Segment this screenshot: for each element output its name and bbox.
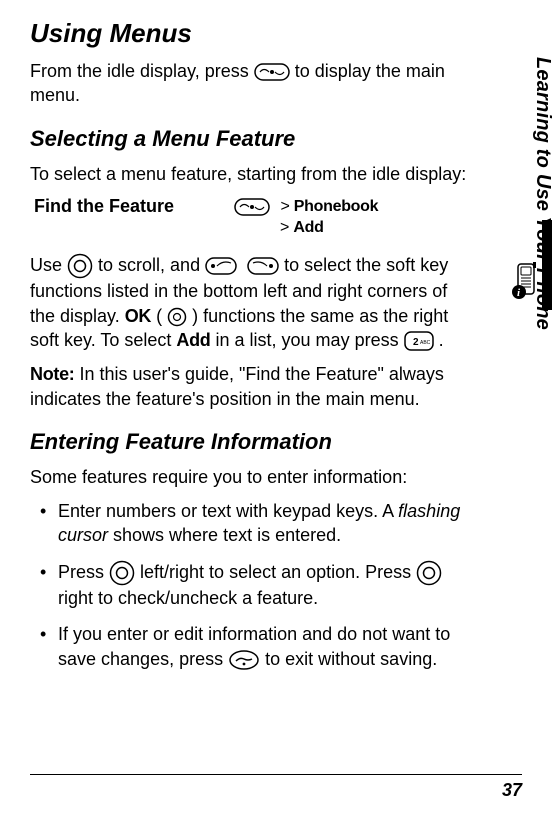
text: Enter numbers or text with keypad keys. … <box>58 501 398 521</box>
right-soft-key-icon <box>247 257 279 275</box>
list-item: Enter numbers or text with keypad keys. … <box>58 499 472 548</box>
note-paragraph: Note: In this user's guide, "Find the Fe… <box>30 362 472 411</box>
enter-intro: Some features require you to enter infor… <box>30 465 472 489</box>
left-soft-key-icon <box>205 257 237 275</box>
path-sep: > <box>234 219 293 236</box>
note-body: In this user's guide, "Find the Feature"… <box>30 364 444 408</box>
note-label: Note: <box>30 364 75 384</box>
list-item: Press left/right to select an option. Pr… <box>58 560 472 611</box>
text: shows where text is entered. <box>108 525 341 545</box>
text: ( <box>156 306 167 326</box>
heading-selecting-menu-feature: Selecting a Menu Feature <box>30 126 472 152</box>
path-phonebook: Phonebook <box>294 198 378 215</box>
menu-key-icon <box>234 198 270 216</box>
side-label: Learning to Use Your Phone <box>531 57 552 330</box>
text: Press <box>58 562 109 582</box>
text: From the idle display, press <box>30 61 254 81</box>
path-add: Add <box>293 219 323 236</box>
path-sep: > <box>274 198 293 215</box>
nav-ring-icon <box>416 560 442 586</box>
heading-entering-feature-info: Entering Feature Information <box>30 429 472 455</box>
use-paragraph: Use to scroll, and to select the soft ke… <box>30 253 472 352</box>
text: left/right to select an option. Press <box>140 562 416 582</box>
end-key-icon <box>228 649 260 671</box>
heading-using-menus: Using Menus <box>30 18 472 49</box>
page-content: Using Menus From the idle display, press… <box>0 0 502 723</box>
intro-paragraph: From the idle display, press to display … <box>30 59 472 108</box>
list-item: If you enter or edit information and do … <box>58 622 472 671</box>
find-the-feature-path: >Phonebook >Add <box>234 196 378 239</box>
ok-term: OK <box>125 306 151 326</box>
text: to scroll, and <box>98 255 205 275</box>
text: . <box>439 330 444 350</box>
menu-key-icon <box>254 63 290 81</box>
find-the-feature-row: Find the Feature >Phonebook >Add <box>30 196 472 239</box>
footer-rule <box>30 774 522 775</box>
add-term: Add <box>176 330 210 350</box>
text: right to check/uncheck a feature. <box>58 588 318 608</box>
bullet-list: Enter numbers or text with keypad keys. … <box>30 499 472 671</box>
select-intro: To select a menu feature, starting from … <box>30 162 472 186</box>
nav-ring-icon <box>67 253 93 279</box>
text: Use <box>30 255 67 275</box>
center-key-icon <box>167 307 187 327</box>
text: to exit without saving. <box>265 649 437 669</box>
text: in a list, you may press <box>216 330 404 350</box>
find-the-feature-label: Find the Feature <box>30 196 234 217</box>
key-2-icon <box>404 331 434 351</box>
page-number: 37 <box>502 780 522 801</box>
nav-ring-icon <box>109 560 135 586</box>
